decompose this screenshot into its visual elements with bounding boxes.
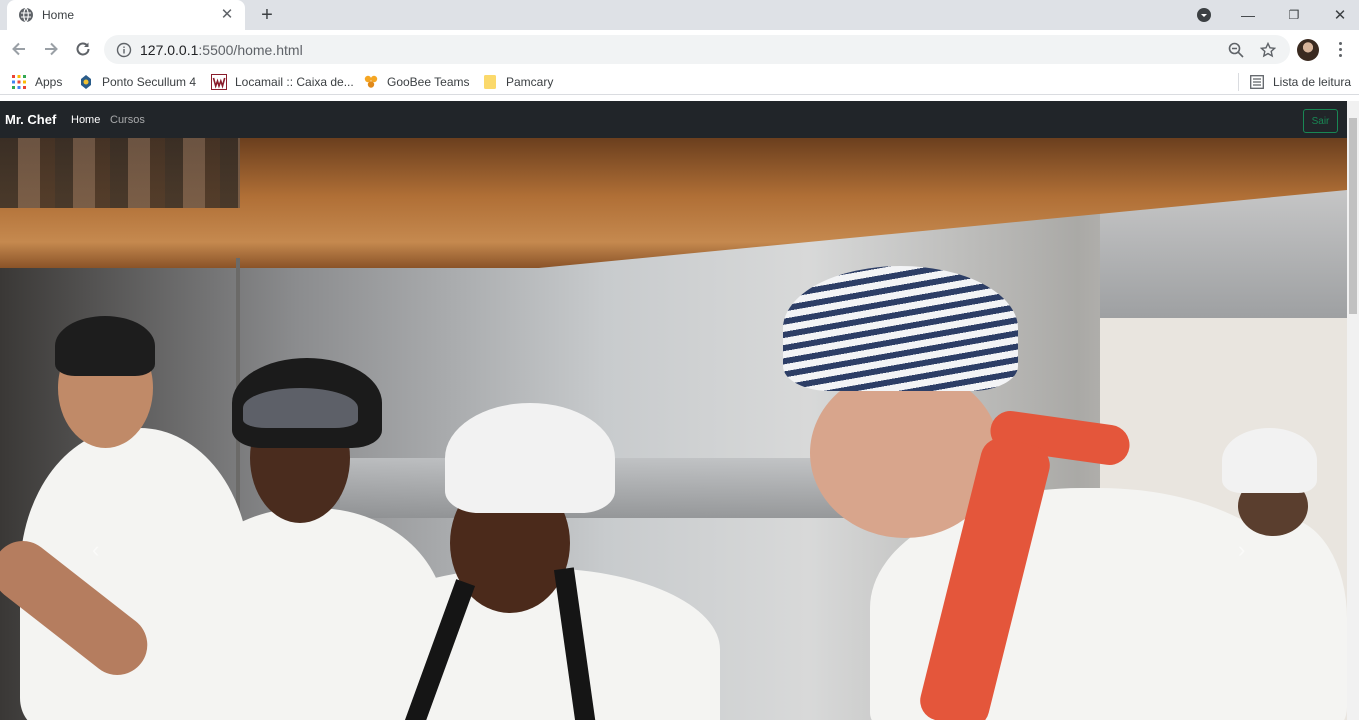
bookmark-label: Locamail :: Caixa de...	[235, 75, 354, 89]
minimize-window-button[interactable]: —	[1232, 0, 1264, 30]
close-window-button[interactable]: ✕	[1324, 0, 1356, 30]
zoom-icon[interactable]	[1226, 35, 1246, 64]
nav-link-home[interactable]: Home	[71, 114, 100, 126]
url-path: :5500/home.html	[198, 41, 303, 58]
locamail-icon	[211, 74, 227, 90]
secullum-icon	[78, 74, 94, 90]
goobee-icon	[363, 74, 379, 90]
bookmark-label: Apps	[35, 75, 63, 89]
hero-carousel: ‹ ›	[0, 138, 1347, 720]
browser-menu-icon[interactable]	[1332, 38, 1348, 60]
navbar-brand[interactable]: Mr. Chef	[5, 112, 56, 127]
back-button[interactable]	[8, 38, 30, 60]
reading-list-button[interactable]: Lista de leitura	[1249, 73, 1351, 91]
site-navbar: Mr. Chef Home Cursos Sair	[0, 101, 1347, 138]
chevron-down-icon[interactable]	[1194, 0, 1214, 30]
folder-icon	[482, 74, 498, 90]
chevron-right-icon[interactable]: ›	[1238, 538, 1252, 562]
bookmark-goobee-teams[interactable]: GooBee Teams	[363, 73, 470, 91]
scrollbar-thumb[interactable]	[1349, 118, 1357, 314]
page-scrollbar[interactable]	[1347, 101, 1359, 720]
browser-toolbar: 127.0.0.1 :5500/home.html	[0, 30, 1359, 69]
bookmark-apps[interactable]: Apps	[11, 73, 62, 91]
profile-avatar[interactable]	[1297, 39, 1319, 61]
forward-button[interactable]	[40, 38, 62, 60]
bookmarks-divider	[1238, 73, 1239, 91]
bookmark-label: GooBee Teams	[387, 75, 470, 89]
tab-strip: Home ✕ + — ❐ ✕	[0, 0, 1359, 30]
close-tab-icon[interactable]: ✕	[219, 7, 235, 23]
tab-title: Home	[42, 8, 75, 22]
apps-grid-icon	[11, 74, 27, 90]
logout-button[interactable]: Sair	[1303, 109, 1338, 133]
bookmarks-bar: Apps Ponto Secullum 4 Locamail :: Caixa …	[0, 69, 1359, 95]
bookmark-star-icon[interactable]	[1258, 35, 1278, 64]
new-tab-button[interactable]: +	[256, 4, 278, 26]
info-icon[interactable]	[116, 42, 132, 58]
bookmark-locamail[interactable]: Locamail :: Caixa de...	[211, 73, 354, 91]
bookmark-pamcary[interactable]: Pamcary	[482, 73, 553, 91]
address-bar[interactable]: 127.0.0.1 :5500/home.html	[104, 35, 1290, 64]
browser-tab[interactable]: Home ✕	[7, 0, 245, 30]
restore-window-button[interactable]: ❐	[1278, 0, 1310, 30]
chevron-left-icon[interactable]: ‹	[92, 538, 106, 562]
reload-button[interactable]	[72, 38, 94, 60]
nav-link-cursos[interactable]: Cursos	[110, 114, 145, 126]
globe-icon	[18, 7, 34, 23]
reading-list-icon	[1249, 74, 1265, 90]
bookmark-label: Ponto Secullum 4	[102, 75, 197, 89]
reading-list-label: Lista de leitura	[1273, 75, 1352, 89]
bookmark-ponto-secullum[interactable]: Ponto Secullum 4	[78, 73, 196, 91]
url-host: 127.0.0.1	[140, 41, 199, 58]
bookmark-label: Pamcary	[506, 75, 554, 89]
